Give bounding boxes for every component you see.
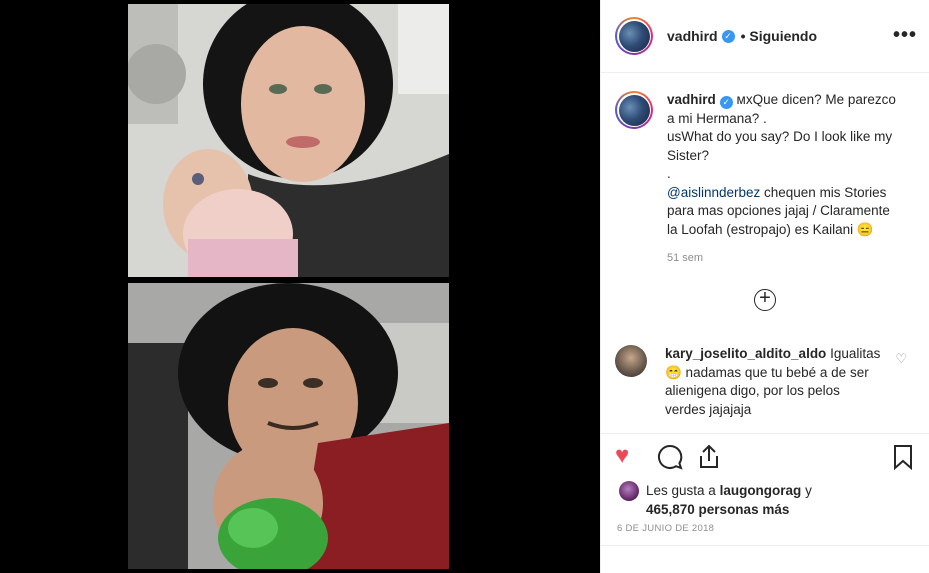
verified-badge-icon: ✓: [719, 96, 733, 109]
caption-line-2: usWhat do you say? Do I look like my Sis…: [667, 129, 893, 163]
caption-line-3: .: [667, 166, 671, 181]
post-media[interactable]: [0, 0, 600, 573]
comment-like-icon[interactable]: ♡: [895, 351, 907, 367]
comment-text: kary_joselito_aldito_aldo Igualitas 😁 na…: [665, 345, 881, 419]
caption-text: vadhird ✓ ᴍxQue dicen? Me parezco a mi He…: [667, 91, 903, 268]
photo-man-with-wig: [128, 283, 449, 569]
comments-section: vadhird ✓ ᴍxQue dicen? Me parezco a mi He…: [601, 73, 929, 434]
following-status[interactable]: • Siguiendo: [741, 28, 817, 44]
caption-avatar[interactable]: [615, 91, 653, 129]
share-icon[interactable]: [697, 444, 721, 475]
comment-icon[interactable]: [657, 444, 683, 475]
likes-prefix: Les gusta a: [646, 483, 720, 498]
caption-timestamp[interactable]: 51 sem: [667, 249, 903, 268]
caption-mention[interactable]: @aislinnderbez: [667, 185, 760, 200]
divider: [601, 545, 929, 546]
action-bar: ♥: [615, 440, 917, 476]
liker-avatar[interactable]: [619, 481, 639, 501]
likes-summary: Les gusta a laugongorag y 465,870 person…: [619, 481, 812, 519]
liker-username[interactable]: laugongorag: [720, 483, 802, 498]
commenter-username[interactable]: kary_joselito_aldito_aldo: [665, 346, 826, 361]
author-username[interactable]: vadhird: [667, 28, 718, 44]
load-more-comments-button[interactable]: +: [754, 288, 776, 311]
likes-middle: y: [801, 483, 812, 498]
commenter-avatar[interactable]: [615, 345, 647, 377]
caption-username[interactable]: vadhird: [667, 92, 716, 107]
comment-item: kary_joselito_aldito_aldo Igualitas 😁 na…: [615, 345, 881, 419]
bookmark-icon[interactable]: [893, 444, 913, 475]
more-options-icon[interactable]: •••: [893, 24, 917, 47]
post-header: vadhird ✓ • Siguiendo •••: [601, 0, 929, 73]
post-date: 6 DE JUNIO DE 2018: [617, 523, 715, 534]
verified-badge-icon: ✓: [721, 29, 735, 43]
post-details-panel: vadhird ✓ • Siguiendo ••• vadhird ✓ ᴍxQue…: [600, 0, 929, 573]
heart-icon[interactable]: ♥: [615, 444, 629, 468]
likes-count[interactable]: 465,870 personas más: [646, 502, 789, 517]
photo-woman-with-baby: [128, 4, 449, 277]
caption: vadhird ✓ ᴍxQue dicen? Me parezco a mi He…: [615, 91, 903, 268]
author-avatar[interactable]: [615, 17, 653, 55]
